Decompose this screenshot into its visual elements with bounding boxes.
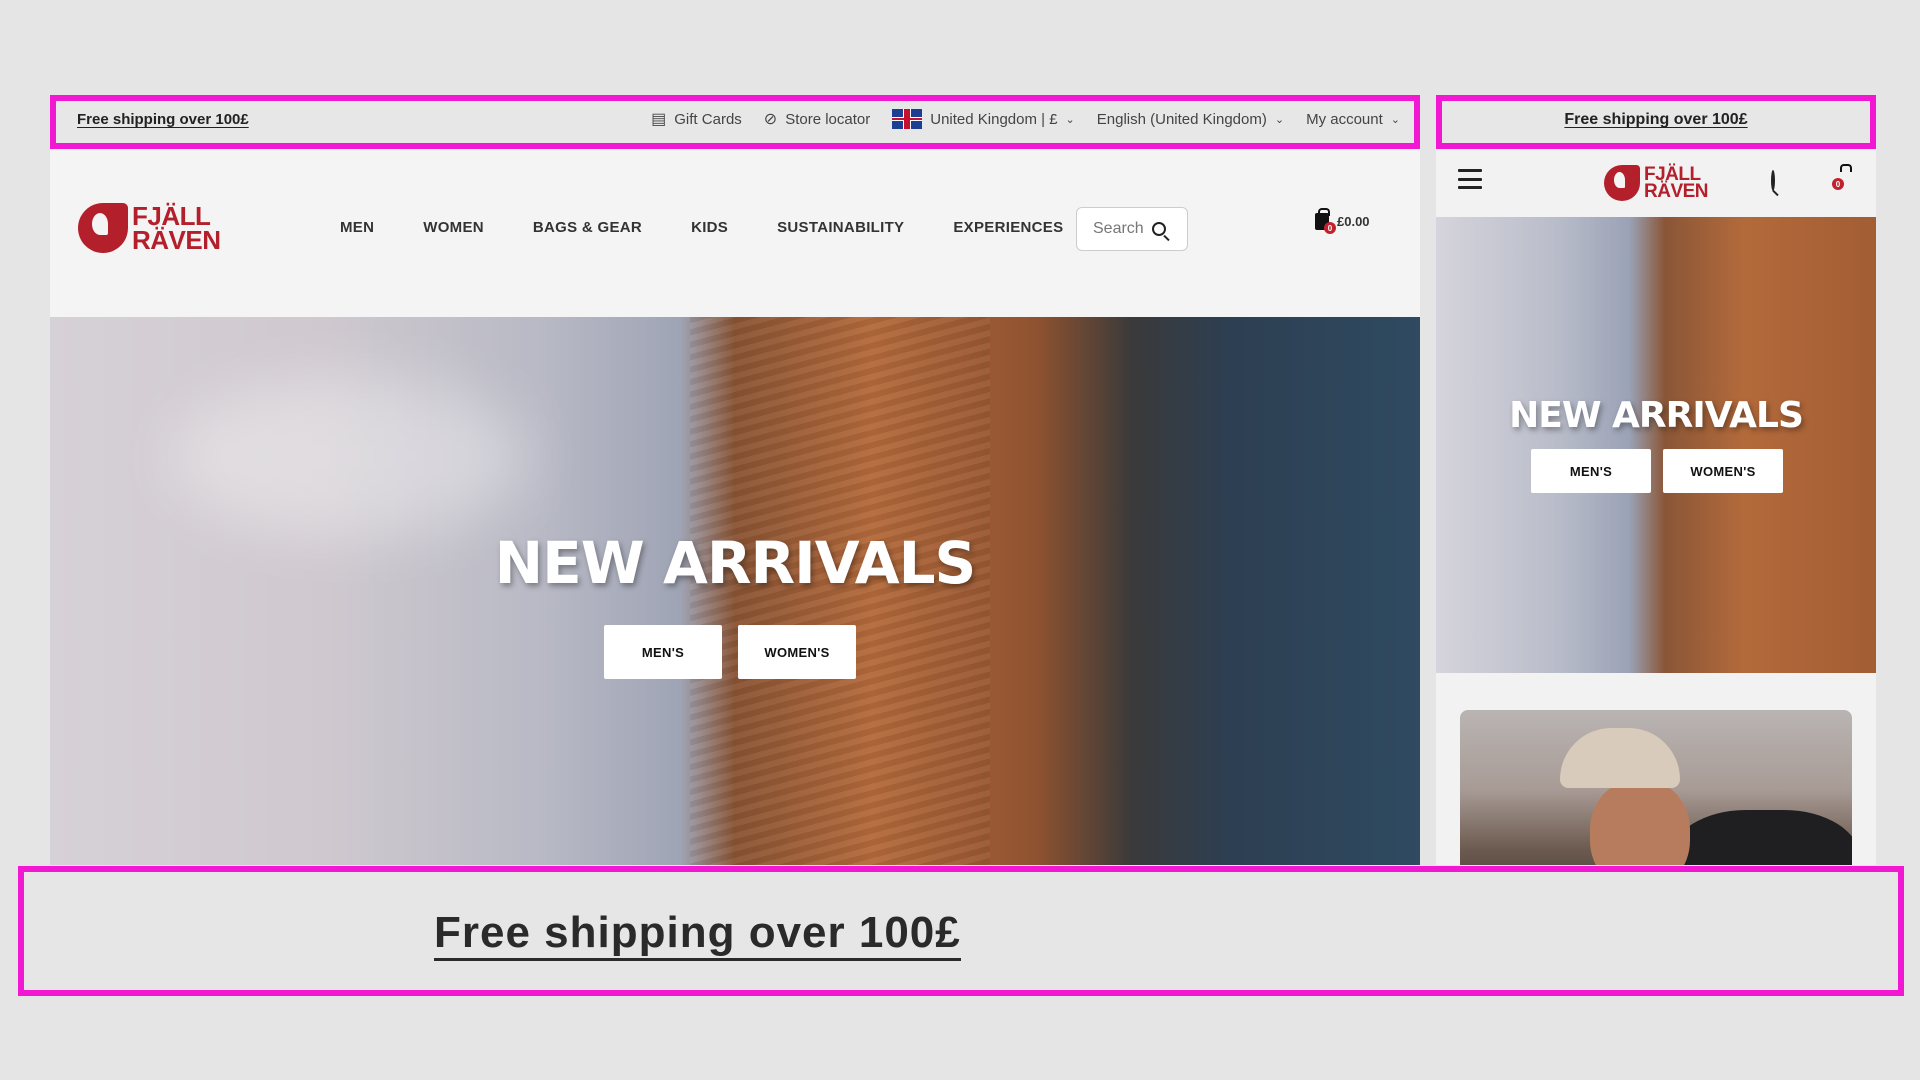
search-placeholder: Search	[1093, 220, 1144, 237]
cart-total: £0.00	[1337, 214, 1370, 229]
uk-flag-icon	[892, 109, 923, 129]
fox-logo-icon	[78, 203, 128, 253]
hero-banner: NEW ARRIVALS MEN'S WOMEN'S	[50, 317, 1420, 865]
account-menu[interactable]: My account ⌄	[1306, 111, 1400, 128]
zoomed-shipping-text: Free shipping over 100£	[434, 910, 961, 961]
compass-icon: ⊘	[763, 111, 778, 128]
free-shipping-link[interactable]: Free shipping over 100£	[77, 111, 249, 128]
account-label: My account	[1306, 110, 1383, 128]
nav-women[interactable]: WOMEN	[423, 219, 484, 236]
language-selector[interactable]: English (United Kingdom) ⌄	[1097, 111, 1284, 128]
hero-title: NEW ARRIVALS	[494, 529, 977, 597]
mobile-preview: Free shipping over 100£ FJÄLL RÄVEN 0 NE…	[1436, 95, 1876, 865]
store-locator-link[interactable]: ⊘ Store locator	[764, 109, 870, 129]
country-label: United Kingdom | £	[930, 110, 1058, 128]
main-nav: MEN WOMEN BAGS & GEAR KIDS SUSTAINABILIT…	[340, 219, 1063, 236]
cart-button[interactable]: 0 £0.00	[1315, 208, 1370, 234]
language-label: English (United Kingdom)	[1096, 110, 1267, 128]
nav-bags-gear[interactable]: BAGS & GEAR	[533, 219, 642, 236]
gift-card-icon: ▤	[651, 111, 667, 128]
mobile-womens-button[interactable]: WOMEN'S	[1663, 449, 1783, 493]
country-selector[interactable]: United Kingdom | £ ⌄	[892, 109, 1075, 129]
mobile-top-bar: Free shipping over 100£	[1436, 95, 1876, 145]
mobile-hero-banner: NEW ARRIVALS MEN'S WOMEN'S	[1436, 217, 1876, 673]
brand-logo[interactable]: FJÄLL RÄVEN	[78, 203, 221, 253]
search-icon[interactable]	[1771, 170, 1775, 191]
shopping-bag-icon: 0	[1315, 208, 1336, 234]
nav-kids[interactable]: KIDS	[691, 219, 728, 236]
womens-button[interactable]: WOMEN'S	[738, 625, 856, 679]
desktop-header: FJÄLL RÄVEN MEN WOMEN BAGS & GEAR KIDS S…	[50, 149, 1420, 315]
cart-count-badge: 0	[1832, 178, 1844, 190]
gift-cards-label: Gift Cards	[674, 110, 742, 128]
nav-experiences[interactable]: EXPERIENCES	[953, 219, 1063, 236]
store-locator-label: Store locator	[785, 110, 871, 128]
nav-sustainability[interactable]: SUSTAINABILITY	[777, 219, 904, 236]
chevron-down-icon: ⌄	[1274, 113, 1285, 126]
fox-logo-icon	[1604, 165, 1640, 201]
search-icon[interactable]	[1151, 222, 1166, 236]
mobile-hero-title: NEW ARRIVALS	[1509, 395, 1804, 436]
gift-cards-link[interactable]: ▤ Gift Cards	[651, 109, 742, 129]
desktop-preview: Free shipping over 100£ ▤ Gift Cards ⊘ S…	[50, 95, 1420, 865]
hero-buttons: MEN'S WOMEN'S	[604, 625, 856, 679]
zoomed-shipping-callout: Free shipping over 100£	[18, 866, 1904, 996]
logo-wordmark: FJÄLL RÄVEN	[132, 201, 221, 255]
chevron-down-icon: ⌄	[1390, 113, 1400, 126]
mobile-mens-button[interactable]: MEN'S	[1531, 449, 1651, 493]
cap-image	[1560, 728, 1680, 788]
mobile-brand-logo[interactable]: FJÄLL RÄVEN	[1604, 164, 1709, 202]
search-input[interactable]: Search	[1076, 207, 1188, 251]
mobile-header: FJÄLL RÄVEN 0	[1436, 145, 1876, 217]
logo-wordmark: FJÄLL RÄVEN	[1644, 164, 1709, 202]
desktop-top-bar: Free shipping over 100£ ▤ Gift Cards ⊘ S…	[50, 95, 1420, 149]
chevron-down-icon: ⌄	[1065, 113, 1075, 126]
promo-image-card[interactable]	[1460, 710, 1852, 865]
nav-men[interactable]: MEN	[340, 219, 374, 236]
cart-count-badge: 0	[1324, 222, 1336, 234]
mens-button[interactable]: MEN'S	[604, 625, 722, 679]
mobile-hero-buttons: MEN'S WOMEN'S	[1531, 449, 1783, 493]
mobile-free-shipping-link[interactable]: Free shipping over 100£	[1564, 111, 1747, 129]
hamburger-menu-icon[interactable]	[1458, 169, 1482, 189]
